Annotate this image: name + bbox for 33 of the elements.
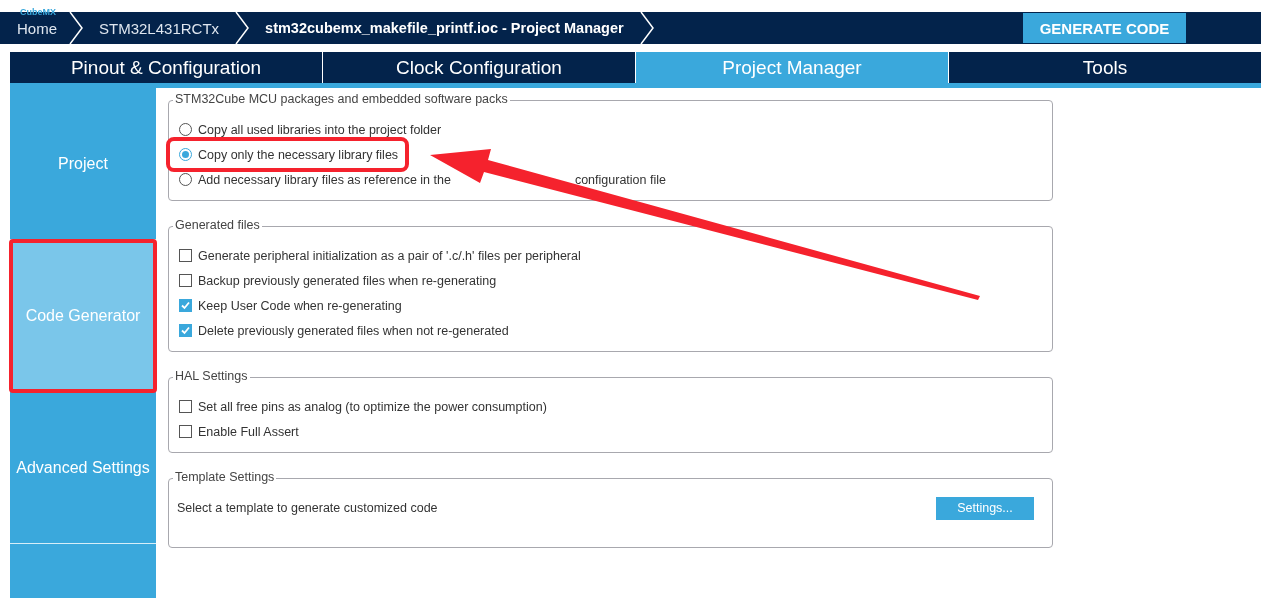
option-label: Generate peripheral initialization as a pair of '.c/.h' files per peripheral [198, 248, 581, 263]
checkbox[interactable] [179, 425, 192, 438]
option-label: Enable Full Assert [198, 424, 299, 439]
checkbox[interactable] [179, 249, 192, 262]
radio-button[interactable] [179, 148, 192, 161]
chevron-icon [235, 12, 250, 44]
template-description: Select a template to generate customized code [177, 501, 438, 515]
checkbox[interactable] [179, 299, 192, 312]
option-label: Backup previously generated files when re-generating [198, 273, 497, 288]
checkbox[interactable] [179, 324, 192, 337]
option-label: Set all free pins as analog (to optimize the power consumption) [198, 399, 547, 414]
option-label: Delete previously generated files when not re-generated [198, 323, 509, 338]
chevron-icon [69, 12, 83, 44]
option-label: Copy only the necessary library files [198, 147, 399, 162]
breadcrumb-item[interactable]: stm32cubemx_makefile_printf.ioc - Project Manager [249, 20, 640, 36]
breadcrumb-item[interactable]: Home [0, 19, 69, 37]
group-title: Template Settings [173, 470, 277, 484]
option-label: Keep User Code when re-generating [198, 298, 402, 313]
radio-button[interactable] [179, 173, 192, 186]
checkbox[interactable] [179, 274, 192, 287]
breadcrumb-item[interactable]: STM32L431RCTx [83, 19, 236, 37]
option-label: Add necessary library files as reference in the [198, 172, 451, 187]
group-title: Generated files [173, 218, 262, 232]
checkbox[interactable] [179, 400, 192, 413]
chevron-icon [639, 12, 654, 44]
option-label: Copy all used libraries into the project folder [198, 122, 442, 137]
option-label: configuration file [574, 172, 666, 187]
radio-option[interactable]: Copy only the necessary library files [171, 142, 405, 167]
group-title: STM32Cube MCU packages and embedded software packs [173, 92, 510, 106]
radio-option[interactable]: Add necessary library files as reference in the configuration file [179, 167, 666, 192]
group-title: HAL Settings [173, 369, 250, 383]
radio-option[interactable]: Copy all used libraries into the project folder [179, 117, 442, 142]
radio-button[interactable] [179, 123, 192, 136]
